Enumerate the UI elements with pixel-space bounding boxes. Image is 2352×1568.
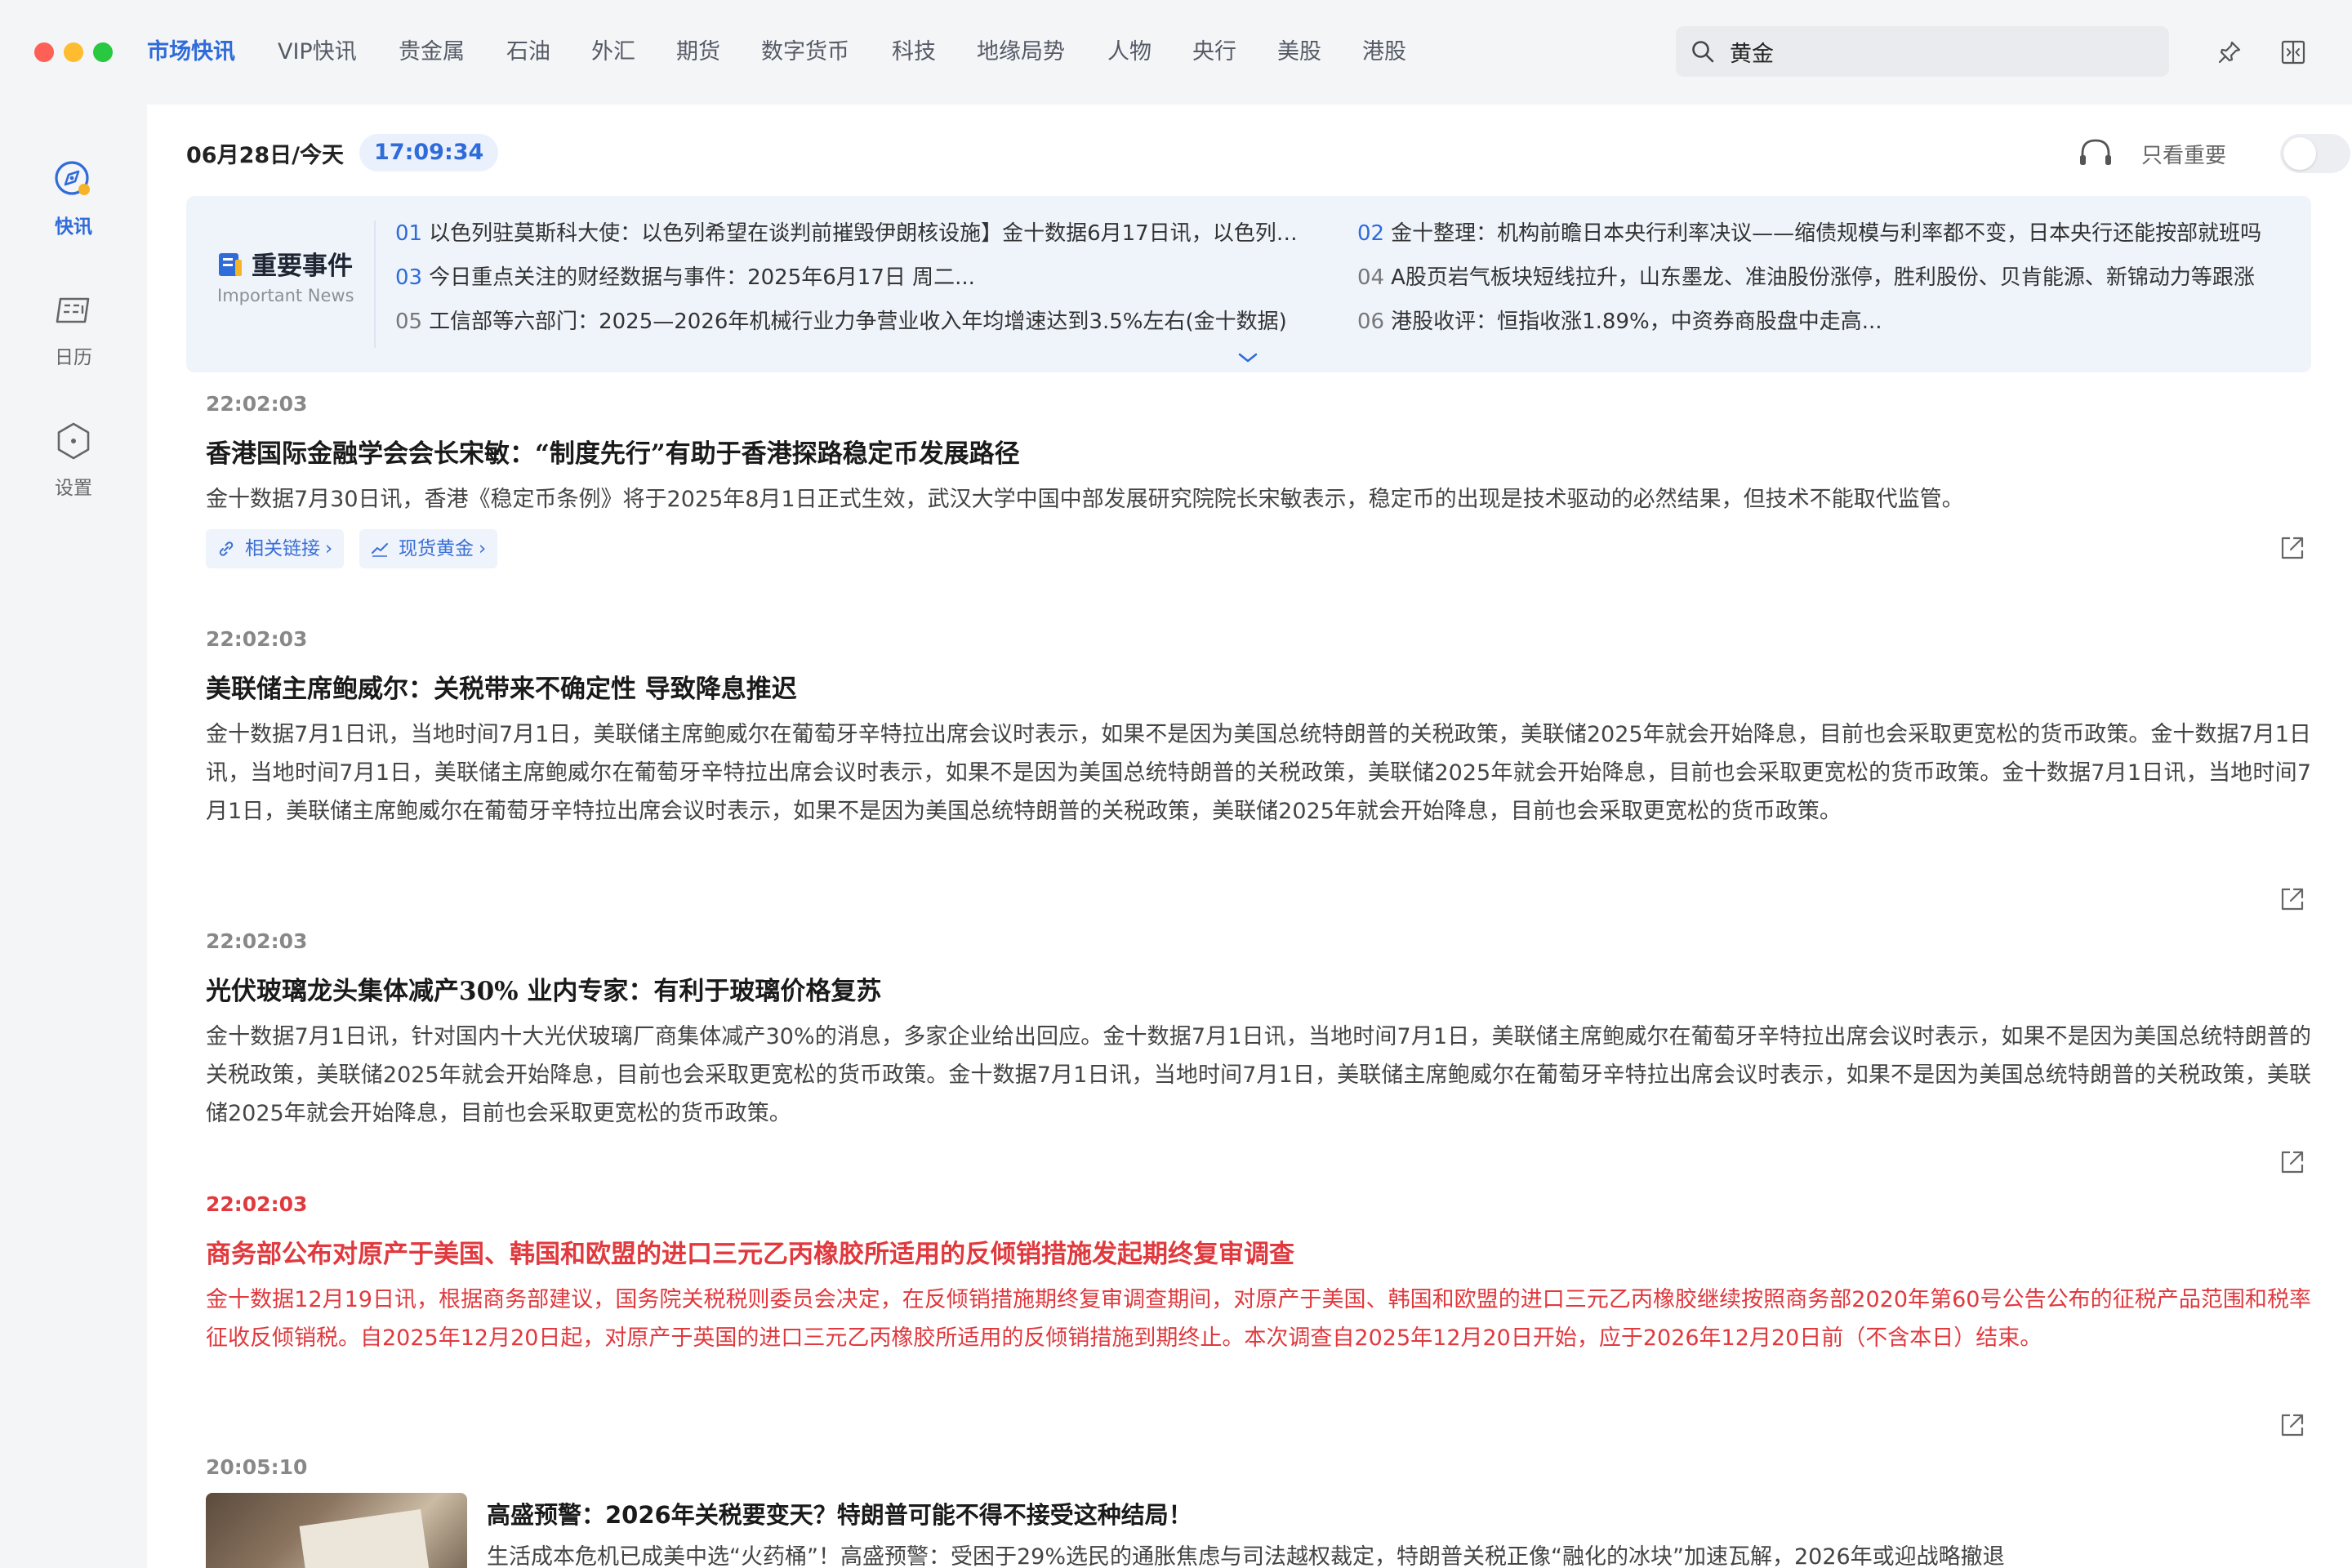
chevron-right-icon: › bbox=[325, 538, 333, 559]
sidebar-item-label: 快讯 bbox=[55, 216, 92, 238]
news-number: 01 bbox=[395, 221, 423, 246]
important-news-subtitle: Important News bbox=[217, 286, 354, 305]
tab-central-bank[interactable]: 央行 bbox=[1192, 36, 1236, 69]
panel-divider bbox=[374, 220, 376, 348]
tab-us-stocks[interactable]: 美股 bbox=[1277, 36, 1321, 69]
spot-gold-chip[interactable]: 现货黄金 › bbox=[359, 529, 498, 568]
news-text: 今日重点关注的财经数据与事件：2025年6月17日 周二... bbox=[429, 265, 975, 290]
only-important-label: 只看重要 bbox=[2141, 144, 2227, 168]
thumbnail-paper bbox=[299, 1509, 431, 1568]
share-icon[interactable] bbox=[2278, 534, 2306, 562]
chevron-right-icon: › bbox=[479, 538, 487, 559]
article-summary: 生活成本危机已成美中选“火药桶”！高盛预警：受困于29%选民的通胀焦虑与司法越权… bbox=[487, 1544, 2005, 1568]
chip-label: 相关链接 bbox=[245, 538, 320, 559]
news-body: 金十数据7月1日讯，针对国内十大光伏玻璃厂商集体减产30%的消息，多家企业给出回… bbox=[206, 1024, 2311, 1126]
news-title[interactable]: 美联储主席鲍威尔：关税带来不确定性 导致降息推迟 bbox=[206, 668, 797, 705]
important-news-title: 重要事件 bbox=[252, 252, 353, 281]
headset-icon[interactable] bbox=[2078, 136, 2114, 168]
important-news-item[interactable]: 01 以色列驻莫斯科大使：以色列希望在谈判前摧毁伊朗核设施】金十数据6月17日讯，… bbox=[395, 217, 1310, 250]
link-icon bbox=[219, 541, 234, 556]
collapse-window-icon[interactable] bbox=[2277, 36, 2310, 69]
news-text: 以色列驻莫斯科大使：以色列希望在谈判前摧毁伊朗核设施】金十数据6月17日讯，以色… bbox=[429, 221, 1310, 246]
news-time: 20:05:10 bbox=[206, 1455, 308, 1479]
compass-icon bbox=[55, 161, 90, 195]
tab-futures[interactable]: 期货 bbox=[676, 36, 720, 69]
tab-geopolitics[interactable]: 地缘局势 bbox=[977, 36, 1065, 69]
chevron-down-icon[interactable] bbox=[1236, 350, 1259, 366]
window-zoom-button[interactable] bbox=[93, 42, 113, 62]
tab-precious-metals[interactable]: 贵金属 bbox=[399, 36, 465, 69]
news-time: 22:02:03 bbox=[206, 392, 308, 416]
trend-chart-icon bbox=[372, 543, 388, 557]
tab-vip-news[interactable]: VIP快讯 bbox=[278, 36, 357, 69]
sidebar: 快讯 日历 设置 bbox=[0, 105, 147, 1568]
news-text: 金十整理：机构前瞻日本央行利率决议——缩债规模与利率都不变，日本央行还能按部就班… bbox=[1391, 221, 2262, 246]
important-news-item[interactable]: 03 今日重点关注的财经数据与事件：2025年6月17日 周二... bbox=[395, 261, 1310, 294]
news-title[interactable]: 香港国际金融学会会长宋敏：“制度先行”有助于香港探路稳定币发展路径 bbox=[206, 433, 1020, 470]
news-document-icon bbox=[219, 253, 242, 276]
news-title[interactable]: 商务部公布对原产于美国、韩国和欧盟的进口三元乙丙橡胶所适用的反倾销措施发起期终复… bbox=[206, 1233, 1294, 1270]
tab-market-news[interactable]: 市场快讯 bbox=[147, 36, 235, 69]
share-icon[interactable] bbox=[2278, 1411, 2306, 1439]
search-input[interactable] bbox=[1730, 33, 2154, 70]
toggle-knob bbox=[2283, 137, 2316, 170]
important-news-item[interactable]: 05 工信部等六部门：2025—2026年机械行业力争营业收入年均增速达到3.5%… bbox=[395, 305, 1310, 338]
sidebar-item-settings[interactable]: 设置 bbox=[0, 421, 147, 519]
search-icon bbox=[1692, 41, 1714, 63]
sidebar-item-calendar[interactable]: 日历 bbox=[0, 291, 147, 389]
news-number: 06 bbox=[1357, 310, 1385, 334]
tab-oil[interactable]: 石油 bbox=[506, 36, 550, 69]
tab-hk-stocks[interactable]: 港股 bbox=[1362, 36, 1406, 69]
important-news-item[interactable]: 06 港股收评：恒指收涨1.89%，中资券商股盘中走高... bbox=[1357, 305, 2272, 338]
tab-forex[interactable]: 外汇 bbox=[591, 36, 635, 69]
news-title[interactable]: 光伏玻璃龙头集体减产30% 业内专家：有利于玻璃价格复苏 bbox=[206, 970, 881, 1007]
current-time-badge: 17:09:34 bbox=[359, 134, 499, 172]
news-number: 04 bbox=[1357, 265, 1385, 290]
news-text: 工信部等六部门：2025—2026年机械行业力争营业收入年均增速达到3.5%左右… bbox=[429, 310, 1287, 334]
sidebar-item-label: 设置 bbox=[55, 478, 92, 499]
sidebar-item-label: 日历 bbox=[55, 347, 92, 368]
tab-tech[interactable]: 科技 bbox=[892, 36, 936, 69]
share-icon[interactable] bbox=[2278, 885, 2306, 913]
article-title[interactable]: 高盛预警：2026年关税要变天？特朗普可能不得不接受这种结局！ bbox=[487, 1496, 1192, 1530]
tab-crypto[interactable]: 数字货币 bbox=[761, 36, 849, 69]
pin-icon[interactable] bbox=[2213, 36, 2246, 69]
news-body: 金十数据12月19日讯，根据商务部建议，国务院关税税则委员会决定，在反倾销措施期… bbox=[206, 1287, 2311, 1351]
chip-label: 现货黄金 bbox=[399, 538, 474, 559]
news-number: 05 bbox=[395, 310, 423, 334]
article-thumbnail[interactable] bbox=[206, 1493, 467, 1568]
important-news-item[interactable]: 02 金十整理：机构前瞻日本央行利率决议——缩债规模与利率都不变，日本央行还能按部… bbox=[1357, 217, 2272, 250]
news-text: A股页岩气板块短线拉升，山东墨龙、准油股份涨停，胜利股份、贝肯能源、新锦动力等跟… bbox=[1391, 265, 2255, 290]
search-box[interactable] bbox=[1676, 26, 2169, 77]
news-time: 22:02:03 bbox=[206, 627, 308, 651]
important-news-item[interactable]: 04 A股页岩气板块短线拉升，山东墨龙、准油股份涨停，胜利股份、贝肯能源、新锦动力… bbox=[1357, 261, 2272, 294]
window-minimize-button[interactable] bbox=[64, 42, 83, 62]
share-icon[interactable] bbox=[2278, 1148, 2306, 1176]
news-body: 金十数据7月1日讯，当地时间7月1日，美联储主席鲍威尔在葡萄牙辛特拉出席会议时表… bbox=[206, 722, 2311, 824]
sidebar-item-flash[interactable]: 快讯 bbox=[0, 160, 147, 258]
important-news-panel: 重要事件 Important News 01 以色列驻莫斯科大使：以色列希望在谈判… bbox=[186, 196, 2311, 372]
news-time: 22:02:03 bbox=[206, 929, 308, 953]
current-date: 06月28日/今天 bbox=[186, 143, 345, 168]
calendar-icon bbox=[56, 297, 90, 323]
settings-hex-icon bbox=[57, 422, 90, 460]
news-text: 港股收评：恒指收涨1.89%，中资券商股盘中走高... bbox=[1391, 310, 1882, 334]
related-link-chip[interactable]: 相关链接 › bbox=[206, 529, 345, 568]
window-close-button[interactable] bbox=[34, 42, 54, 62]
tab-people[interactable]: 人物 bbox=[1107, 36, 1152, 69]
top-bar: 市场快讯 VIP快讯 贵金属 石油 外汇 期货 数字货币 科技 地缘局势 人物 … bbox=[0, 0, 2352, 105]
news-number: 02 bbox=[1357, 221, 1385, 246]
news-number: 03 bbox=[395, 265, 423, 290]
news-body: 金十数据7月30日讯，香港《稳定币条例》将于2025年8月1日正式生效，武汉大学… bbox=[206, 487, 1964, 512]
only-important-toggle[interactable] bbox=[2280, 134, 2350, 173]
news-time: 22:02:03 bbox=[206, 1192, 308, 1216]
